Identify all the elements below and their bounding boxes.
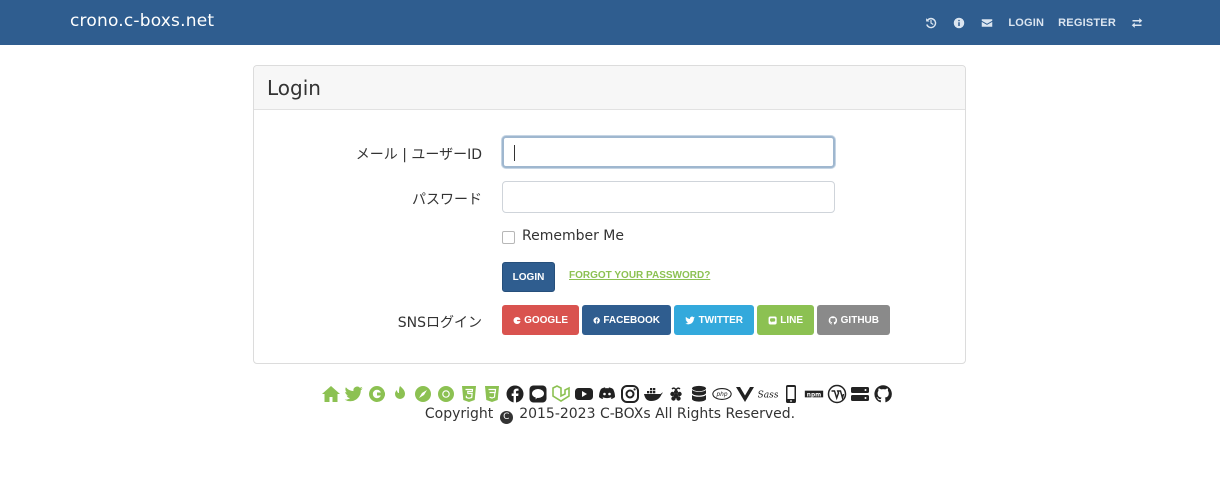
line-login-button[interactable]: LINE <box>757 305 814 335</box>
facebook-icon <box>593 316 600 324</box>
password-field[interactable] <box>502 181 835 213</box>
facebook-login-button[interactable]: FACEBOOK <box>582 305 671 335</box>
compass-icon[interactable] <box>412 383 434 405</box>
twitter-icon <box>685 316 695 324</box>
envelope-icon[interactable] <box>980 16 994 30</box>
twitter-icon[interactable] <box>343 383 365 405</box>
google-icon <box>513 316 521 324</box>
line-label: LINE <box>780 314 803 326</box>
login-card: Login メール | ユーザーID パスワード Remember Me LOG… <box>253 65 966 364</box>
nav-right: LOGIN REGISTER <box>910 0 1144 45</box>
wordpress-icon[interactable] <box>826 383 848 405</box>
discord-icon[interactable] <box>596 383 618 405</box>
exchange-icon[interactable] <box>1130 16 1144 30</box>
history-icon[interactable] <box>924 16 938 30</box>
pixiv-icon[interactable] <box>389 383 411 405</box>
laravel-icon[interactable] <box>550 383 572 405</box>
info-icon[interactable] <box>952 16 966 30</box>
github-label: GITHUB <box>840 314 879 326</box>
sass-icon[interactable]: Sass <box>757 383 779 405</box>
copyright-icon: C <box>499 411 513 424</box>
nav-register-link[interactable]: REGISTER <box>1058 17 1116 29</box>
twitter-label: TWITTER <box>698 314 743 326</box>
svg-text:npm: npm <box>807 392 821 398</box>
svg-text:php: php <box>715 392 727 398</box>
login-button[interactable]: LOGIN <box>502 262 555 292</box>
forgot-password-link[interactable]: FORGOT YOUR PASSWORD? <box>569 270 710 281</box>
sns-buttons: GOOGLE FACEBOOK TWITTER LINE GITHUB <box>502 305 893 335</box>
chrome-icon[interactable] <box>435 383 457 405</box>
sns-login-label: SNSログイン <box>397 315 482 331</box>
php-icon[interactable]: php <box>711 383 733 405</box>
html5-icon[interactable] <box>458 383 480 405</box>
line-icon[interactable] <box>527 383 549 405</box>
navbar: crono.c-boxs.net LOGIN REGISTER <box>0 0 1220 45</box>
raspberry-icon[interactable] <box>665 383 687 405</box>
password-label: パスワード <box>412 192 482 208</box>
nav-login-link[interactable]: LOGIN <box>1008 17 1044 29</box>
remember-me-checkbox[interactable] <box>502 231 515 244</box>
facebook-icon[interactable] <box>504 383 526 405</box>
brand-link[interactable]: crono.c-boxs.net <box>70 11 214 31</box>
copyright: Copyright C 2015-2023 C-BOXs All Rights … <box>0 406 1220 424</box>
github-icon <box>828 315 838 324</box>
card-title: Login <box>267 75 321 100</box>
copyright-text: 2015-2023 C-BOXs All Rights Reserved. <box>519 406 796 422</box>
card-header: Login <box>254 66 965 110</box>
footer-icon-links: php Sass npm <box>320 383 900 405</box>
line-icon <box>768 315 777 325</box>
google-icon[interactable] <box>366 383 388 405</box>
css3-icon[interactable] <box>481 383 503 405</box>
server-icon[interactable] <box>849 383 871 405</box>
email-field[interactable] <box>502 136 835 168</box>
youtube-icon[interactable] <box>573 383 595 405</box>
twitter-login-button[interactable]: TWITTER <box>674 305 754 335</box>
copyright-prefix: Copyright <box>424 406 494 422</box>
mobile-icon[interactable] <box>780 383 802 405</box>
text-caret <box>514 145 515 161</box>
npm-icon[interactable]: npm <box>803 383 825 405</box>
database-icon[interactable] <box>688 383 710 405</box>
vuejs-icon[interactable] <box>734 383 756 405</box>
docker-icon[interactable] <box>642 383 664 405</box>
home-icon[interactable] <box>320 383 342 405</box>
google-login-button[interactable]: GOOGLE <box>502 305 579 335</box>
facebook-label: FACEBOOK <box>603 314 660 326</box>
google-label: GOOGLE <box>524 314 568 326</box>
github-login-button[interactable]: GITHUB <box>817 305 890 335</box>
github-icon[interactable] <box>872 383 894 405</box>
email-label: メール | ユーザーID <box>355 147 482 163</box>
svg-text:Sass: Sass <box>758 389 778 400</box>
instagram-icon[interactable] <box>619 383 641 405</box>
remember-me-label[interactable]: Remember Me <box>522 228 624 244</box>
